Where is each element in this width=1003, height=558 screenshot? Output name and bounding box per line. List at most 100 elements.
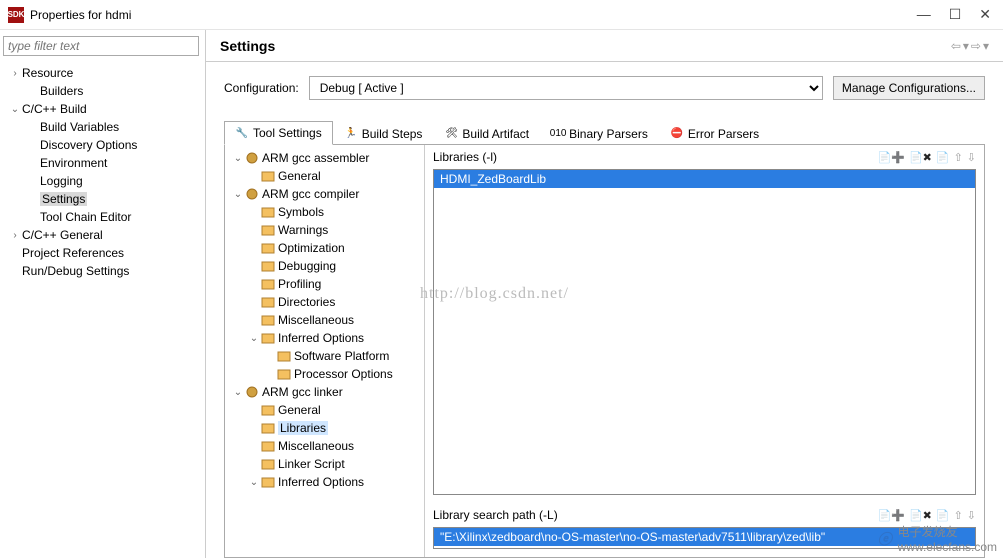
artifact-icon: 🛠 bbox=[444, 127, 458, 141]
tree-item-tool-chain-editor[interactable]: Tool Chain Editor bbox=[0, 208, 205, 226]
tool-tree[interactable]: ⌄ARM gcc assemblerGeneral⌄ARM gcc compil… bbox=[225, 145, 425, 557]
tool-item-linker-script[interactable]: Linker Script bbox=[225, 455, 424, 473]
tree-item-settings[interactable]: Settings bbox=[0, 190, 205, 208]
twist-icon: ⌄ bbox=[231, 387, 245, 398]
twist-icon: ⌄ bbox=[8, 104, 22, 115]
tree-label: Logging bbox=[40, 174, 83, 188]
tree-label: Resource bbox=[22, 66, 73, 80]
tool-label: General bbox=[278, 403, 321, 417]
minimize-button[interactable]: — bbox=[917, 6, 931, 23]
property-tree[interactable]: ›Resource Builders ⌄C/C++ Build Build Varia… bbox=[0, 62, 205, 282]
filter-input[interactable] bbox=[3, 36, 199, 56]
tree-item-c-c-build[interactable]: ⌄C/C++ Build bbox=[0, 100, 205, 118]
tool-label: Miscellaneous bbox=[278, 313, 354, 327]
tool-label: Directories bbox=[278, 295, 335, 309]
tree-label: C/C++ Build bbox=[22, 102, 87, 116]
up-icon[interactable]: ⇧ bbox=[954, 509, 963, 522]
tool-label: ARM gcc assembler bbox=[262, 151, 369, 165]
tree-label: Discovery Options bbox=[40, 138, 137, 152]
tab-parsers[interactable]: 010Binary Parsers bbox=[540, 121, 659, 145]
folder-icon bbox=[261, 403, 275, 417]
tool-item-general[interactable]: General bbox=[225, 167, 424, 185]
tab-tool[interactable]: 🔧Tool Settings bbox=[224, 121, 333, 145]
list-item[interactable]: HDMI_ZedBoardLib bbox=[434, 170, 975, 188]
edit-icon[interactable]: 📄 bbox=[936, 151, 950, 164]
close-button[interactable]: ✕ bbox=[979, 6, 991, 23]
twist-icon: ⌄ bbox=[231, 153, 245, 164]
add-icon[interactable]: 📄➕ bbox=[878, 151, 905, 164]
forward-icon[interactable]: ⇨ bbox=[971, 39, 981, 53]
tree-item-c-c-general[interactable]: ›C/C++ General bbox=[0, 226, 205, 244]
steps-icon: 🏃 bbox=[344, 127, 358, 141]
tool-item-directories[interactable]: Directories bbox=[225, 293, 424, 311]
folder-icon bbox=[261, 169, 275, 183]
titlebar: SDK Properties for hdmi — ☐ ✕ bbox=[0, 0, 1003, 30]
up-icon[interactable]: ⇧ bbox=[954, 151, 963, 164]
folder-icon bbox=[261, 259, 275, 273]
tool-label: Processor Options bbox=[294, 367, 393, 381]
library-path-list[interactable]: "E:\Xilinx\zedboard\no-OS-master\no-OS-m… bbox=[433, 527, 976, 549]
folder-icon bbox=[261, 331, 275, 345]
tool-item-warnings[interactable]: Warnings bbox=[225, 221, 424, 239]
tool-icon bbox=[245, 385, 259, 399]
tab-steps[interactable]: 🏃 Build Steps bbox=[333, 121, 434, 145]
down-icon[interactable]: ⇩ bbox=[967, 151, 976, 164]
tool-label: Miscellaneous bbox=[278, 439, 354, 453]
tree-label: Environment bbox=[40, 156, 107, 170]
tool-item-inferred-options[interactable]: ⌄Inferred Options bbox=[225, 473, 424, 491]
tree-item-build-variables[interactable]: Build Variables bbox=[0, 118, 205, 136]
tool-item-libraries[interactable]: Libraries bbox=[225, 419, 424, 437]
list-item[interactable]: "E:\Xilinx\zedboard\no-OS-master\no-OS-m… bbox=[434, 528, 975, 546]
tool-item-arm-gcc-assembler[interactable]: ⌄ ARM gcc assembler bbox=[225, 149, 424, 167]
edit-icon[interactable]: 📄 bbox=[936, 509, 950, 522]
folder-icon bbox=[261, 457, 275, 471]
tool-item-inferred-options[interactable]: ⌄Inferred Options bbox=[225, 329, 424, 347]
tool-label: ARM gcc compiler bbox=[262, 187, 359, 201]
tree-label: Builders bbox=[40, 84, 83, 98]
down-icon[interactable]: ⇩ bbox=[967, 509, 976, 522]
tool-item-general[interactable]: General bbox=[225, 401, 424, 419]
tool-label: Debugging bbox=[278, 259, 336, 273]
tool-item-processor-options[interactable]: Processor Options bbox=[225, 365, 424, 383]
nav-arrows[interactable]: ⇦▾ ⇨▾ bbox=[951, 39, 989, 53]
tool-item-software-platform[interactable]: Software Platform bbox=[225, 347, 424, 365]
folder-icon bbox=[261, 295, 275, 309]
tool-label: Inferred Options bbox=[278, 331, 364, 345]
tool-item-arm-gcc-compiler[interactable]: ⌄ARM gcc compiler bbox=[225, 185, 424, 203]
tree-item-environment[interactable]: Environment bbox=[0, 154, 205, 172]
tree-item-project-references[interactable]: Project References bbox=[0, 244, 205, 262]
tool-item-optimization[interactable]: Optimization bbox=[225, 239, 424, 257]
manage-config-button[interactable]: Manage Configurations... bbox=[833, 76, 985, 100]
back-icon[interactable]: ⇦ bbox=[951, 39, 961, 53]
tab-label: Build Steps bbox=[362, 127, 423, 141]
tool-item-miscellaneous[interactable]: Miscellaneous bbox=[225, 311, 424, 329]
tree-item-logging[interactable]: Logging bbox=[0, 172, 205, 190]
tab-artifact[interactable]: 🛠Build Artifact bbox=[433, 121, 540, 145]
tree-label: Build Variables bbox=[40, 120, 119, 134]
tab-errors[interactable]: ⛔Error Parsers bbox=[659, 121, 770, 145]
tree-item-resource[interactable]: ›Resource bbox=[0, 64, 205, 82]
libraries-list[interactable]: HDMI_ZedBoardLib bbox=[433, 169, 976, 495]
delete-icon[interactable]: 📄✖ bbox=[909, 151, 932, 164]
folder-icon bbox=[261, 277, 275, 291]
tree-label: C/C++ General bbox=[22, 228, 103, 242]
tool-item-arm-gcc-linker[interactable]: ⌄ ARM gcc linker bbox=[225, 383, 424, 401]
tree-item-builders[interactable]: Builders bbox=[0, 82, 205, 100]
maximize-button[interactable]: ☐ bbox=[949, 6, 962, 23]
tool-item-profiling[interactable]: Profiling bbox=[225, 275, 424, 293]
tool-item-debugging[interactable]: Debugging bbox=[225, 257, 424, 275]
config-select[interactable]: Debug [ Active ] bbox=[309, 76, 823, 100]
add-icon[interactable]: 📄➕ bbox=[878, 509, 905, 522]
tool-label: Libraries bbox=[278, 421, 328, 435]
delete-icon[interactable]: 📄✖ bbox=[909, 509, 932, 522]
tool-label: ARM gcc linker bbox=[262, 385, 343, 399]
folder-icon bbox=[261, 223, 275, 237]
tree-item-run-debug-settings[interactable]: Run/Debug Settings bbox=[0, 262, 205, 280]
tool-item-miscellaneous[interactable]: Miscellaneous bbox=[225, 437, 424, 455]
tree-label: Project References bbox=[22, 246, 124, 260]
tree-item-discovery-options[interactable]: Discovery Options bbox=[0, 136, 205, 154]
tab-bar: 🔧Tool Settings 🏃 Build Steps 🛠Build Artifac… bbox=[224, 110, 985, 145]
config-bar: Configuration: Debug [ Active ] Manage C… bbox=[206, 62, 1003, 110]
tool-label: Optimization bbox=[278, 241, 345, 255]
tool-item-symbols[interactable]: Symbols bbox=[225, 203, 424, 221]
